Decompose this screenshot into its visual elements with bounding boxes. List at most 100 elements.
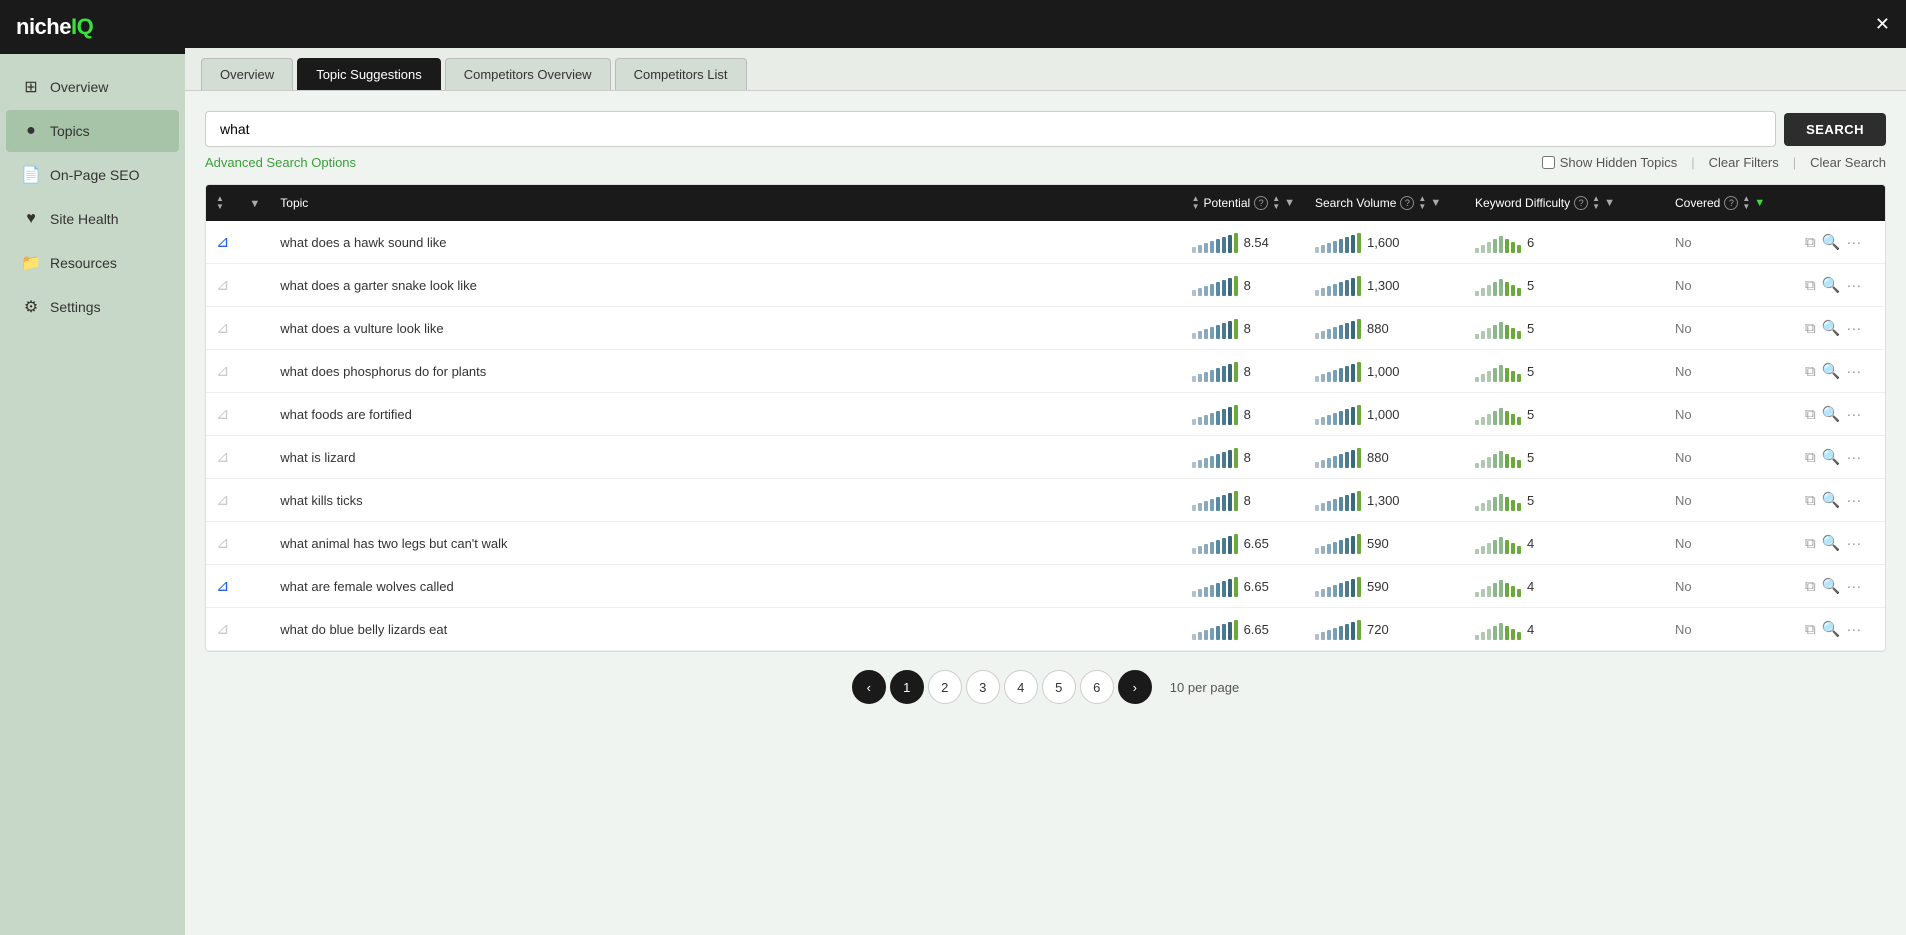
kd-value: 5: [1527, 321, 1534, 336]
more-icon[interactable]: ···: [1846, 320, 1861, 337]
tab-competitors-overview[interactable]: Competitors Overview: [445, 58, 611, 90]
kd-value: 5: [1527, 493, 1534, 508]
bookmark-icon[interactable]: ⊿: [216, 277, 229, 294]
topic-label: what are female wolves called: [280, 579, 453, 594]
copy-icon[interactable]: ⧉: [1805, 621, 1816, 638]
sidebar-item-label: Site Health: [50, 211, 118, 227]
copy-icon[interactable]: ⧉: [1805, 492, 1816, 509]
potential-value: 6.65: [1244, 622, 1269, 637]
potential-help-icon[interactable]: ?: [1254, 196, 1268, 210]
filter-icon[interactable]: ▼: [249, 198, 260, 210]
search-icon[interactable]: 🔍: [1822, 448, 1841, 466]
show-hidden-checkbox[interactable]: [1542, 156, 1555, 169]
copy-icon[interactable]: ⧉: [1805, 535, 1816, 552]
copy-icon[interactable]: ⧉: [1805, 363, 1816, 380]
potential-value: 8.54: [1244, 235, 1269, 250]
more-icon[interactable]: ···: [1846, 406, 1861, 423]
more-icon[interactable]: ···: [1846, 621, 1861, 638]
copy-icon[interactable]: ⧉: [1805, 320, 1816, 337]
bookmark-icon[interactable]: ⊿: [216, 449, 229, 466]
page-4-button[interactable]: 4: [1004, 670, 1038, 704]
page-5-button[interactable]: 5: [1042, 670, 1076, 704]
bookmark-icon[interactable]: ⊿: [216, 363, 229, 380]
tab-competitors-list[interactable]: Competitors List: [615, 58, 747, 90]
search-icon[interactable]: 🔍: [1822, 491, 1841, 509]
bookmark-icon[interactable]: ⊿: [216, 320, 229, 337]
page-6-button[interactable]: 6: [1080, 670, 1114, 704]
search-icon[interactable]: 🔍: [1822, 534, 1841, 552]
page-2-button[interactable]: 2: [928, 670, 962, 704]
advanced-search-link[interactable]: Advanced Search Options: [205, 155, 356, 170]
bookmark-icon[interactable]: ⊿: [216, 621, 229, 638]
more-icon[interactable]: ···: [1846, 578, 1861, 595]
covered-help-icon[interactable]: ?: [1724, 196, 1738, 210]
page-3-button[interactable]: 3: [966, 670, 1000, 704]
actions-cell: ⧉ 🔍 ···: [1795, 565, 1885, 608]
actions-cell: ⧉ 🔍 ···: [1795, 436, 1885, 479]
bookmark-icon[interactable]: ⊿: [216, 492, 229, 509]
tab-topic-suggestions[interactable]: Topic Suggestions: [297, 58, 441, 90]
potential-value: 8: [1244, 407, 1251, 422]
copy-icon[interactable]: ⧉: [1805, 277, 1816, 294]
more-icon[interactable]: ···: [1846, 535, 1861, 552]
search-icon[interactable]: 🔍: [1822, 319, 1841, 337]
search-input[interactable]: [205, 111, 1776, 147]
table-row: ⊿what does a hawk sound like8.541,6006No…: [206, 221, 1885, 264]
potential-filter-icon[interactable]: ▼: [1284, 197, 1295, 209]
bookmark-icon[interactable]: ⊿: [216, 234, 229, 251]
bookmark-icon[interactable]: ⊿: [216, 406, 229, 423]
search-icon[interactable]: 🔍: [1822, 577, 1841, 595]
sidebar-item-topics[interactable]: ● Topics: [6, 110, 179, 152]
sidebar-item-resources[interactable]: 📁 Resources: [6, 242, 179, 284]
copy-icon[interactable]: ⧉: [1805, 406, 1816, 423]
sidebar-item-label: On-Page SEO: [50, 167, 140, 183]
table-row: ⊿what foods are fortified81,0005No ⧉ 🔍 ·…: [206, 393, 1885, 436]
bookmark-icon[interactable]: ⊿: [216, 578, 229, 595]
page-1-button[interactable]: 1: [890, 670, 924, 704]
kd-value: 5: [1527, 364, 1534, 379]
search-icon[interactable]: 🔍: [1822, 620, 1841, 638]
th-potential: ▲▼ Potential ? ▲▼ ▼: [1182, 185, 1305, 221]
search-icon[interactable]: 🔍: [1822, 405, 1841, 423]
actions-cell: ⧉ 🔍 ···: [1795, 221, 1885, 264]
sv-value: 1,600: [1367, 235, 1400, 250]
clear-search-link[interactable]: Clear Search: [1810, 155, 1886, 170]
more-icon[interactable]: ···: [1846, 449, 1861, 466]
sv-help-icon[interactable]: ?: [1400, 196, 1414, 210]
clear-filters-link[interactable]: Clear Filters: [1709, 155, 1779, 170]
search-icon[interactable]: 🔍: [1822, 233, 1841, 251]
copy-icon[interactable]: ⧉: [1805, 578, 1816, 595]
row-spacer: [239, 565, 270, 608]
more-icon[interactable]: ···: [1846, 277, 1861, 294]
sv-filter-icon[interactable]: ▼: [1430, 197, 1441, 209]
kd-help-icon[interactable]: ?: [1574, 196, 1588, 210]
more-icon[interactable]: ···: [1846, 492, 1861, 509]
more-icon[interactable]: ···: [1846, 234, 1861, 251]
search-icon[interactable]: 🔍: [1822, 362, 1841, 380]
topic-label: what foods are fortified: [280, 407, 412, 422]
per-page-selector[interactable]: 10 per page: [1170, 680, 1239, 695]
next-page-button[interactable]: ›: [1118, 670, 1152, 704]
potential-cell: 6.65: [1182, 522, 1305, 565]
covered-filter-icon[interactable]: ▼: [1754, 197, 1765, 209]
prev-page-button[interactable]: ‹: [852, 670, 886, 704]
sidebar-item-overview[interactable]: ⊞ Overview: [6, 66, 179, 108]
bookmark-icon[interactable]: ⊿: [216, 535, 229, 552]
page-content: SEARCH Advanced Search Options Show Hidd…: [185, 91, 1906, 935]
kd-filter-icon[interactable]: ▼: [1604, 197, 1615, 209]
actions-cell: ⧉ 🔍 ···: [1795, 393, 1885, 436]
sv-value: 720: [1367, 622, 1389, 637]
topic-label: what does a hawk sound like: [280, 235, 446, 250]
close-button[interactable]: ✕: [1875, 14, 1890, 35]
sidebar-item-settings[interactable]: ⚙ Settings: [6, 286, 179, 328]
tab-overview[interactable]: Overview: [201, 58, 293, 90]
sidebar-item-on-page-seo[interactable]: 📄 On-Page SEO: [6, 154, 179, 196]
sidebar-item-site-health[interactable]: ♥ Site Health: [6, 198, 179, 240]
covered-cell: No: [1665, 479, 1795, 522]
copy-icon[interactable]: ⧉: [1805, 449, 1816, 466]
copy-icon[interactable]: ⧉: [1805, 234, 1816, 251]
search-icon[interactable]: 🔍: [1822, 276, 1841, 294]
show-hidden-label[interactable]: Show Hidden Topics: [1542, 155, 1678, 170]
search-button[interactable]: SEARCH: [1784, 113, 1886, 146]
more-icon[interactable]: ···: [1846, 363, 1861, 380]
